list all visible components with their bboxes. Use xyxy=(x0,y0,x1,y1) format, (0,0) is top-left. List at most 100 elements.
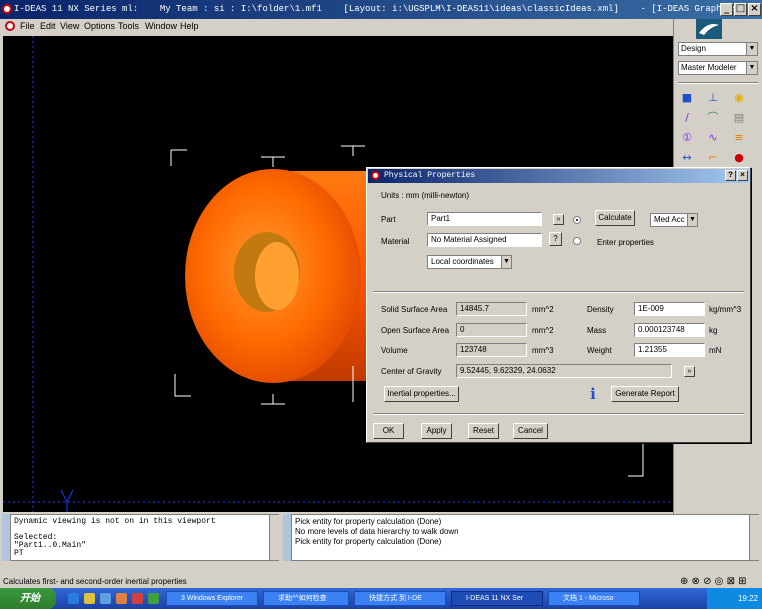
menu-tools[interactable]: Tools xyxy=(118,21,139,31)
ring-hole-inner xyxy=(255,242,299,310)
clock: 19:22 xyxy=(737,594,758,603)
block-icon[interactable]: ■ xyxy=(680,91,694,105)
quicklaunch-desktop-icon[interactable] xyxy=(100,593,111,604)
mass-label: Mass xyxy=(587,326,607,335)
menu-file[interactable]: File xyxy=(20,21,35,31)
quicklaunch-app-icon[interactable] xyxy=(132,593,143,604)
enter-properties-radio[interactable] xyxy=(573,237,581,245)
material-label: Material xyxy=(381,237,410,246)
calculate-radio[interactable] xyxy=(573,216,581,224)
line-icon[interactable]: ∕ xyxy=(680,111,694,125)
io-pane-handle[interactable] xyxy=(283,514,291,561)
right-pane-scrollbar[interactable] xyxy=(749,515,759,560)
generate-report-button[interactable]: Generate Report xyxy=(611,386,679,402)
spline-icon[interactable]: ∿ xyxy=(706,131,720,145)
message-line: No more levels of data hierarchy to walk… xyxy=(295,527,459,536)
task-windows-explorer[interactable]: 3 Windows Explorer xyxy=(166,591,258,606)
trim-icon[interactable]: ≡ xyxy=(732,131,746,145)
window-title-bar: I-DEAS 11 NX Series ml: My Team : si : I… xyxy=(0,0,762,19)
maximize-button[interactable]: □ xyxy=(734,3,747,16)
cylinder-icon[interactable]: ◉ xyxy=(732,91,746,105)
units-label: Units : mm (milli-newton) xyxy=(381,191,470,200)
start-button[interactable]: 开始 xyxy=(0,588,56,609)
divider xyxy=(373,413,744,415)
bbox-mark-bl xyxy=(174,374,191,397)
system-tray: 19:22 xyxy=(707,588,762,609)
dialog-close-button[interactable]: × xyxy=(737,170,748,181)
quicklaunch-ie-icon[interactable] xyxy=(68,593,79,604)
solid-area-field: 14845.7 xyxy=(456,302,527,316)
volume-field: 123748 xyxy=(456,343,527,357)
bbox-mark-bottom1 xyxy=(261,394,285,405)
menu-window[interactable]: Window xyxy=(145,21,177,31)
task-select-value: Design xyxy=(681,44,706,53)
axis-icon[interactable]: ⊥ xyxy=(706,91,720,105)
mass-unit: kg xyxy=(709,326,718,335)
menu-help[interactable]: Help xyxy=(180,21,199,31)
list-pane-handle[interactable] xyxy=(2,514,10,561)
left-pane-scrollbar[interactable] xyxy=(269,515,279,560)
volume-unit: mm^3 xyxy=(532,346,554,355)
density-field[interactable]: 1E-009 xyxy=(634,302,705,316)
menu-view[interactable]: View xyxy=(60,21,79,31)
document-icon[interactable] xyxy=(5,21,15,31)
application-select-value: Master Modeler xyxy=(681,63,737,72)
weight-field[interactable]: 1.21355 xyxy=(634,343,705,357)
menu-edit[interactable]: Edit xyxy=(40,21,56,31)
triad-icon xyxy=(628,444,644,477)
arc-icon[interactable]: ⌒ xyxy=(706,111,720,125)
accuracy-value: Med Acc xyxy=(654,215,685,224)
hatch-icon[interactable]: ▤ xyxy=(732,111,746,125)
open-area-unit: mm^2 xyxy=(532,326,554,335)
message-line: Pick entity for property calculation (Do… xyxy=(295,517,442,526)
apply-button[interactable]: Apply xyxy=(421,423,452,439)
message-line: Pick entity for property calculation (Do… xyxy=(295,537,442,546)
enter-properties-label: Enter properties xyxy=(597,238,654,247)
fillet-icon[interactable]: ⌐ xyxy=(706,151,720,165)
quicklaunch-media-icon[interactable] xyxy=(116,593,127,604)
ok-button[interactable]: OK xyxy=(373,423,404,439)
dialog-app-icon xyxy=(371,171,380,180)
dimension-icon[interactable]: ↔ xyxy=(680,151,694,165)
quicklaunch-folder-icon[interactable] xyxy=(84,593,95,604)
status-bar: Calculates first- and second-order inert… xyxy=(0,575,762,588)
accuracy-select[interactable]: Med Acc ▼ xyxy=(650,213,698,227)
task-shortcut[interactable]: 快捷方式 到 I-DE xyxy=(354,591,446,606)
chevron-down-icon: ▼ xyxy=(501,256,511,268)
menu-options[interactable]: Options xyxy=(84,21,115,31)
application-select[interactable]: Master Modeler ▼ xyxy=(678,61,758,75)
cancel-button[interactable]: Cancel xyxy=(513,423,548,439)
part-field[interactable]: Part1 xyxy=(427,212,542,226)
coordinates-select[interactable]: Local coordinates ▼ xyxy=(427,255,512,269)
task-select[interactable]: Design ▼ xyxy=(678,42,758,56)
constraint-icon[interactable]: ● xyxy=(732,151,746,165)
center-of-gravity-field: 9.52445, 9.62329, 24.0632 xyxy=(456,364,672,378)
mass-field[interactable]: 0.000123748 xyxy=(634,323,705,337)
close-button[interactable]: × xyxy=(748,3,761,16)
open-area-field: 0 xyxy=(456,323,527,337)
window-title: I-DEAS 11 NX Series ml: My Team : si : I… xyxy=(14,4,744,14)
task-ideas[interactable]: I-DEAS 11 NX Ser xyxy=(451,591,543,606)
circle-icon[interactable]: ① xyxy=(680,131,694,145)
open-area-label: Open Surface Area xyxy=(381,326,450,335)
material-field[interactable]: No Material Assigned xyxy=(427,233,542,247)
density-label: Density xyxy=(587,305,614,314)
inertial-properties-button[interactable]: Inertial properties... xyxy=(384,386,459,402)
center-of-gravity-label: Center of Gravity xyxy=(381,367,442,376)
part-pick-arrow-button[interactable]: » xyxy=(553,214,564,225)
weight-label: Weight xyxy=(587,346,612,355)
quicklaunch-app2-icon[interactable] xyxy=(148,593,159,604)
reset-button[interactable]: Reset xyxy=(468,423,499,439)
cog-pick-arrow-button[interactable]: » xyxy=(684,366,695,377)
minimize-button[interactable]: _ xyxy=(720,3,733,16)
dialog-help-button[interactable]: ? xyxy=(725,170,736,181)
material-help-button[interactable]: ? xyxy=(549,232,562,246)
info-icon[interactable]: i xyxy=(587,384,599,404)
task-browser[interactable]: 求助^^如何检查 xyxy=(263,591,349,606)
view-controls-icons[interactable]: ⊕ ⊗ ⊘ ◎ ⊠ ⊞ xyxy=(680,575,747,588)
weight-unit: mN xyxy=(709,346,722,355)
task-word[interactable]: 文档 1 - Microso xyxy=(548,591,640,606)
part-label: Part xyxy=(381,215,396,224)
chevron-down-icon: ▼ xyxy=(687,214,697,226)
calculate-button[interactable]: Calculate xyxy=(595,210,635,226)
